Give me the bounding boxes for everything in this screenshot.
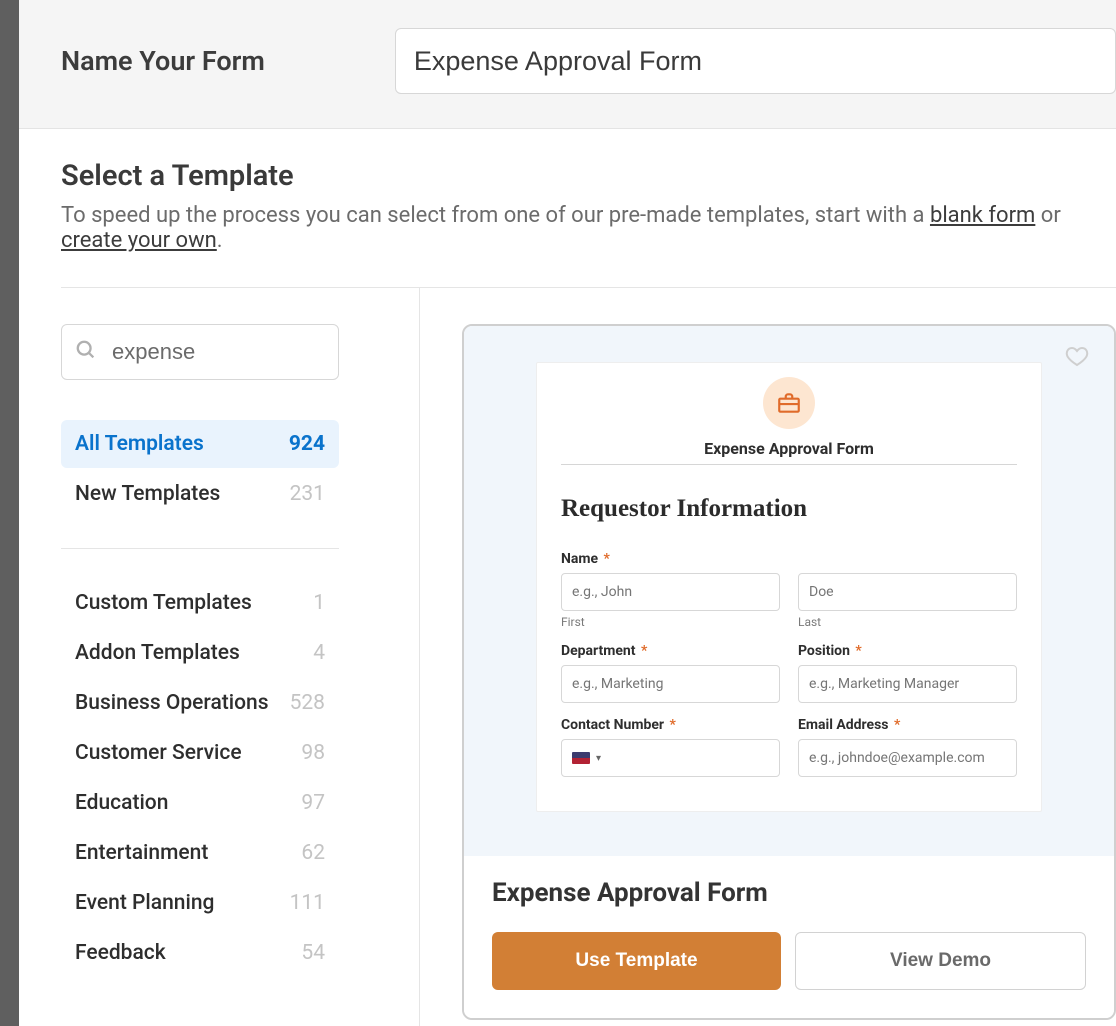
preview-name-label: Name *	[561, 551, 1017, 567]
category-label: Customer Service	[75, 741, 242, 765]
category-label: Education	[75, 791, 168, 815]
preview-section-heading: Requestor Information	[561, 495, 1017, 523]
us-flag-icon	[572, 752, 590, 764]
blank-form-link[interactable]: blank form	[930, 203, 1035, 228]
briefcase-icon	[763, 377, 815, 429]
preview-department-input	[561, 665, 780, 703]
use-template-button[interactable]: Use Template	[492, 932, 781, 990]
category-divider	[61, 548, 339, 549]
template-results: Expense Approval Form Requestor Informat…	[419, 288, 1116, 1026]
form-name-input[interactable]	[395, 28, 1116, 94]
preview-last-sublabel: Last	[798, 615, 1017, 629]
category-count: 97	[301, 791, 325, 815]
category-customer-service[interactable]: Customer Service 98	[61, 729, 339, 777]
preview-email-input	[798, 739, 1017, 777]
template-card: Expense Approval Form Requestor Informat…	[462, 324, 1116, 1020]
template-search-input[interactable]	[61, 324, 339, 380]
category-new-templates[interactable]: New Templates 231	[61, 470, 339, 518]
subtext-suffix: .	[217, 228, 223, 253]
subtext-prefix: To speed up the process you can select f…	[61, 203, 930, 228]
preview-form-title: Expense Approval Form	[561, 439, 1017, 458]
category-label: Event Planning	[75, 891, 214, 915]
category-count: 54	[301, 941, 325, 965]
category-count: 1	[313, 591, 325, 615]
create-your-own-link[interactable]: create your own	[61, 228, 217, 253]
category-feedback[interactable]: Feedback 54	[61, 929, 339, 977]
category-all-templates[interactable]: All Templates 924	[61, 420, 339, 468]
category-count: 528	[290, 691, 325, 715]
category-education[interactable]: Education 97	[61, 779, 339, 827]
category-count: 924	[289, 432, 325, 456]
preview-contact-label: Contact Number *	[561, 717, 780, 733]
modal-backdrop	[0, 0, 19, 1026]
template-card-title: Expense Approval Form	[492, 878, 1086, 908]
form-preview-document: Expense Approval Form Requestor Informat…	[536, 362, 1042, 812]
category-label: All Templates	[75, 432, 204, 456]
name-your-form-section: Name Your Form	[19, 0, 1116, 129]
category-count: 4	[313, 641, 325, 665]
template-sidebar: All Templates 924 New Templates 231 Cust…	[61, 288, 419, 1026]
category-count: 231	[290, 482, 325, 506]
category-count: 62	[301, 841, 325, 865]
category-entertainment[interactable]: Entertainment 62	[61, 829, 339, 877]
preview-position-label: Position *	[798, 643, 1017, 659]
template-card-footer: Expense Approval Form Use Template View …	[464, 856, 1114, 1018]
category-count: 98	[301, 741, 325, 765]
preview-first-sublabel: First	[561, 615, 780, 629]
category-event-planning[interactable]: Event Planning 111	[61, 879, 339, 927]
form-setup-panel: Name Your Form Select a Template To spee…	[19, 0, 1116, 1026]
template-preview: Expense Approval Form Requestor Informat…	[464, 326, 1114, 856]
preview-contact-input: ▾	[561, 739, 780, 777]
category-count: 111	[290, 891, 325, 915]
subtext-middle: or	[1035, 203, 1060, 228]
preview-department-label: Department *	[561, 643, 780, 659]
category-label: Custom Templates	[75, 591, 252, 615]
caret-down-icon: ▾	[596, 753, 601, 764]
preview-position-input	[798, 665, 1017, 703]
favorite-icon[interactable]	[1064, 344, 1090, 372]
category-custom-templates[interactable]: Custom Templates 1	[61, 579, 339, 627]
select-template-section: Select a Template To speed up the proces…	[19, 129, 1116, 1026]
category-label: Entertainment	[75, 841, 208, 865]
category-label: Addon Templates	[75, 641, 240, 665]
category-label: New Templates	[75, 482, 220, 506]
select-template-heading: Select a Template	[61, 159, 1116, 193]
view-demo-button[interactable]: View Demo	[795, 932, 1086, 990]
search-icon	[75, 339, 97, 365]
select-template-subtext: To speed up the process you can select f…	[61, 203, 1116, 253]
name-your-form-label: Name Your Form	[61, 45, 265, 77]
preview-last-name-input	[798, 573, 1017, 611]
category-addon-templates[interactable]: Addon Templates 4	[61, 629, 339, 677]
category-label: Feedback	[75, 941, 166, 965]
category-label: Business Operations	[75, 691, 269, 715]
category-business-operations[interactable]: Business Operations 528	[61, 679, 339, 727]
preview-first-name-input	[561, 573, 780, 611]
preview-email-label: Email Address *	[798, 717, 1017, 733]
